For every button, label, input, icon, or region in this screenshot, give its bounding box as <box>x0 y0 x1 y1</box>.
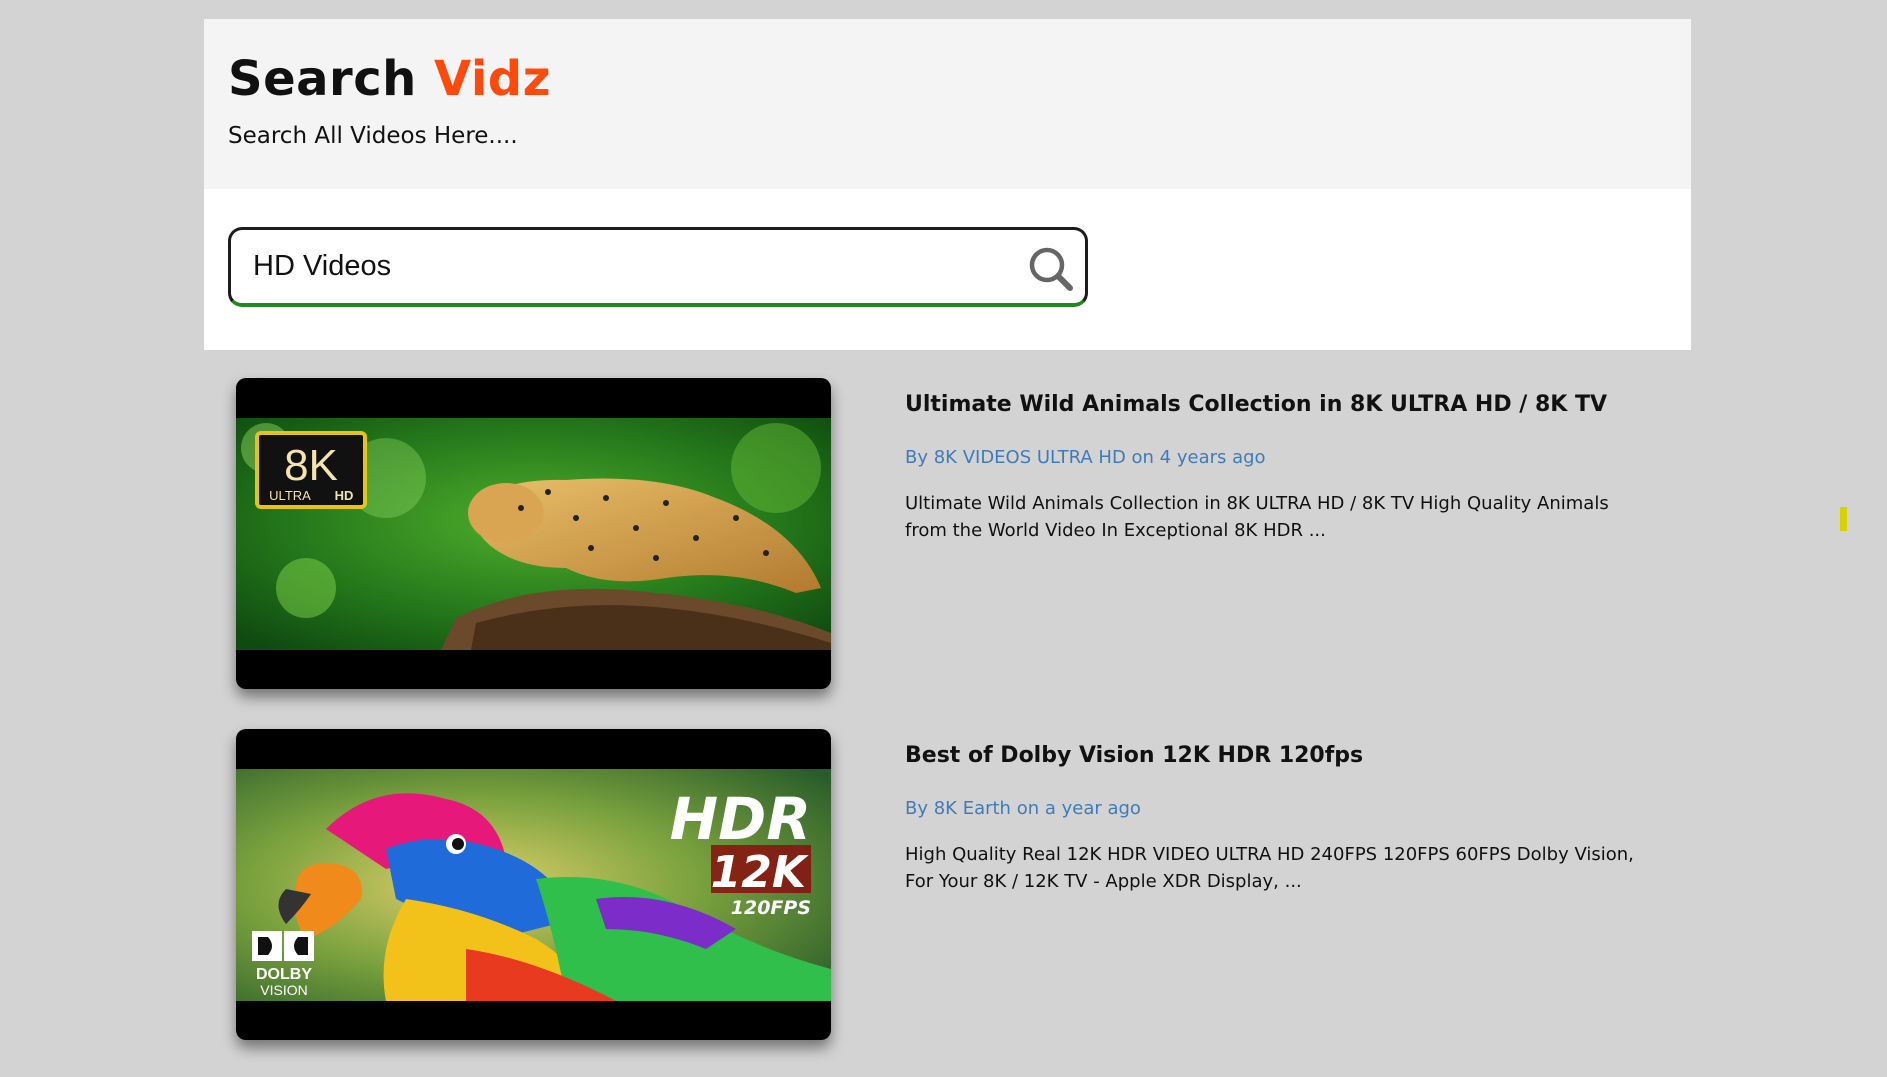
vision-text: VISION <box>260 982 307 998</box>
thumb-12k-text: 12K <box>711 847 809 898</box>
video-thumbnail[interactable]: HDR 12K 120FPS DOLBY VISION <box>236 729 831 1040</box>
brand-word-search: Search <box>228 51 417 107</box>
search-input[interactable] <box>253 244 993 288</box>
thumb-120fps-text: 120FPS <box>731 897 811 919</box>
brand-word-vidz: Vidz <box>434 51 552 107</box>
site-brand[interactable]: Search Vidz <box>228 55 551 103</box>
result-description: Ultimate Wild Animals Collection in 8K U… <box>905 493 1609 541</box>
page: Search Vidz Search All Videos Here.... H… <box>0 0 1887 1077</box>
search-panel <box>204 189 1691 350</box>
search-icon[interactable] <box>1027 245 1075 293</box>
result-title[interactable]: Best of Dolby Vision 12K HDR 120fps <box>905 743 1363 769</box>
search-box[interactable] <box>228 227 1088 307</box>
result-title[interactable]: Ultimate Wild Animals Collection in 8K U… <box>905 392 1607 418</box>
site-tagline: Search All Videos Here.... <box>228 123 518 149</box>
search-result: 8K ULTRA HD Ultimate Wild Animals Collec… <box>236 378 1656 708</box>
thumbnail-image-leopard: 8K ULTRA HD <box>236 418 831 650</box>
thumb-hdr-text: HDR <box>670 785 811 853</box>
result-channel-meta[interactable]: By 8K Earth on a year ago <box>905 798 1141 820</box>
video-thumbnail[interactable]: 8K ULTRA HD <box>236 378 831 689</box>
result-description: High Quality Real 12K HDR VIDEO ULTRA HD… <box>905 844 1634 892</box>
site-header: Search Vidz Search All Videos Here.... <box>204 19 1691 189</box>
result-channel-meta[interactable]: By 8K VIDEOS ULTRA HD on 4 years ago <box>905 447 1266 469</box>
thumbnail-image-parrot: HDR 12K 120FPS DOLBY VISION <box>236 769 831 1001</box>
badge-8k-text: 8K <box>284 441 338 490</box>
badge-ultra-text: ULTRA <box>269 488 311 503</box>
search-result: HDR 12K 120FPS DOLBY VISION Best of Dolb… <box>236 729 1656 1059</box>
scroll-indicator[interactable] <box>1840 507 1847 531</box>
dolby-text: DOLBY <box>256 966 312 983</box>
badge-hd-text: HD <box>335 488 354 503</box>
